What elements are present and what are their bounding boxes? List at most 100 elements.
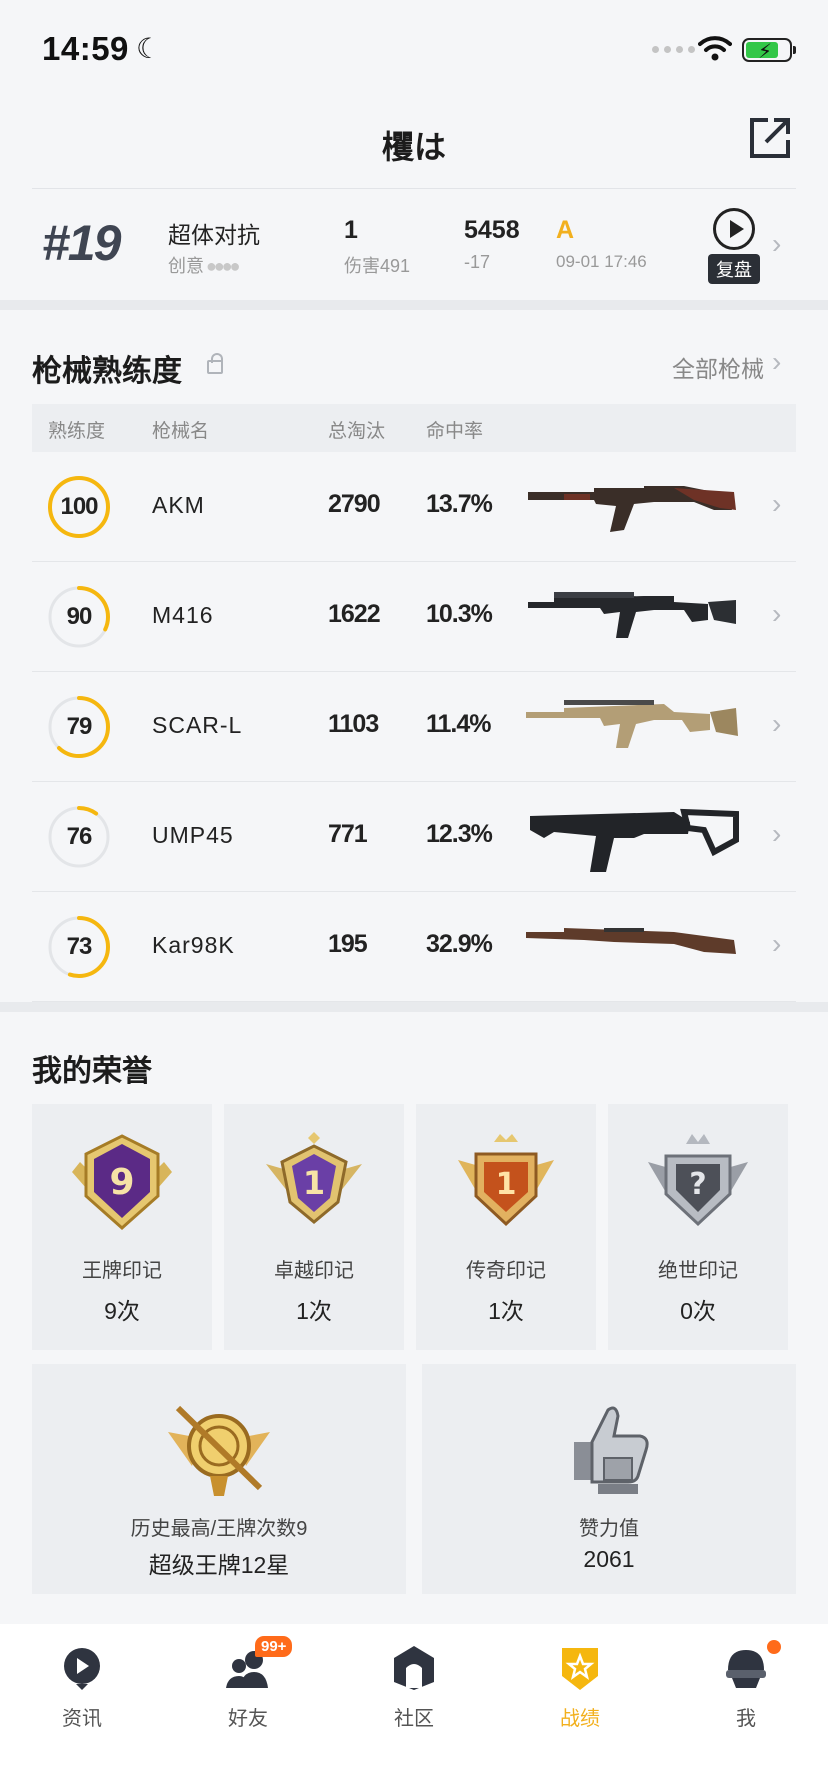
match-damage: 伤害491 (344, 256, 411, 276)
match-mode: 超体对抗 (168, 222, 260, 248)
weapon-row-scar-l[interactable]: 79 SCAR-L 1103 11.4% › (32, 672, 796, 782)
weapon-accuracy: 13.7% (426, 490, 493, 518)
weapon-accuracy: 32.9% (426, 930, 493, 958)
nav-item-news[interactable]: 资讯 (27, 1644, 137, 1744)
chevron-right-icon[interactable]: › (772, 346, 781, 378)
ace-badge-number: 9 (109, 1162, 134, 1203)
mastery-ring (48, 806, 110, 868)
super-ace-badge-icon (168, 1405, 270, 1496)
moon-icon: ☾ (136, 33, 162, 64)
profile-icon (726, 1650, 766, 1688)
honor-name: 王牌印记 (82, 1260, 162, 1282)
page-title: 欔は (381, 129, 446, 165)
honor-card-excellence[interactable]: 1 卓越印记 1次 (224, 1104, 404, 1350)
all-weapons-link[interactable]: 全部枪械 (672, 350, 764, 384)
weapon-row-m416[interactable]: 90 M416 1622 10.3% › (32, 562, 796, 672)
honor-card-legend[interactable]: 1 传奇印记 1次 (416, 1104, 596, 1350)
weapon-name: SCAR-L (152, 712, 243, 738)
honor-name: 绝世印记 (658, 1260, 738, 1282)
status-time: 14:59 (42, 30, 129, 67)
chevron-right-icon: › (772, 598, 782, 629)
bottom-nav: 资讯 99+ 好友 社区 战绩 我 (0, 1624, 828, 1792)
battery-charging-icon: ⚡ (742, 38, 796, 63)
community-icon (394, 1646, 434, 1690)
weapon-row-akm[interactable]: 100 AKM 2790 13.7% › (32, 452, 796, 562)
history-best-value: 超级王牌12星 (148, 1552, 290, 1578)
cellular-signal-icon (652, 46, 695, 53)
weapon-mastery-title: 枪械熟练度 (32, 355, 182, 388)
header-kills: 总淘汰 (328, 421, 386, 442)
chevron-right-icon: › (772, 708, 782, 739)
match-grade: A (556, 216, 575, 244)
mastery-ring (48, 476, 110, 538)
weapon-accuracy: 11.4% (426, 710, 492, 738)
peerless-badge-symbol: ? (689, 1167, 706, 1202)
akm-rifle-icon (528, 486, 736, 532)
nav-label-record: 战绩 (560, 1708, 600, 1730)
honor-card-ace[interactable]: 9 王牌印记 9次 (32, 1104, 212, 1350)
honor-count: 9次 (104, 1298, 140, 1324)
likes-value: 2061 (583, 1546, 635, 1572)
kar98k-sniper-icon (526, 928, 736, 954)
friends-count-badge: 99+ (255, 1636, 293, 1657)
nav-item-profile[interactable]: 我 (691, 1640, 801, 1744)
nav-label-community: 社区 (394, 1708, 434, 1730)
nav-item-record[interactable]: 战绩 (525, 1644, 635, 1744)
nav-label-news: 资讯 (62, 1708, 102, 1730)
share-icon[interactable] (748, 116, 792, 160)
mastery-ring (48, 586, 110, 648)
section-divider (0, 1002, 828, 1012)
match-rank: #19 (42, 215, 121, 271)
honor-count: 1次 (488, 1298, 524, 1324)
news-icon (64, 1648, 100, 1690)
nav-label-friends: 好友 (228, 1708, 268, 1730)
honors-title: 我的荣誉 (32, 1055, 152, 1088)
scarl-rifle-icon (526, 700, 738, 748)
weapon-name: Kar98K (152, 932, 235, 958)
wifi-icon (698, 36, 732, 61)
legend-mark-badge-icon: 1 (458, 1134, 554, 1227)
match-submode: 创意 ●●●● (168, 252, 240, 278)
chevron-right-icon: › (772, 818, 782, 849)
nav-item-friends[interactable]: 99+ 好友 (193, 1636, 303, 1744)
weapon-kills: 771 (328, 820, 368, 848)
chevron-right-icon: › (772, 228, 782, 259)
nav-item-community[interactable]: 社区 (359, 1644, 469, 1744)
recent-match-row[interactable]: #19 超体对抗 创意 ●●●● 1 伤害491 5458 -17 A 09-0… (0, 190, 828, 300)
history-best-label: 历史最高/王牌次数9 (130, 1518, 308, 1540)
weapon-kills: 1103 (328, 710, 379, 738)
honor-count: 1次 (296, 1298, 332, 1324)
weapon-name: UMP45 (152, 822, 234, 848)
thumbs-up-trophy-icon (574, 1406, 649, 1494)
peerless-mark-badge-icon: ? (648, 1134, 748, 1227)
m416-rifle-icon (528, 592, 736, 638)
honor-name: 卓越印记 (274, 1260, 354, 1282)
honor-name: 传奇印记 (466, 1260, 546, 1282)
header-accuracy: 命中率 (426, 421, 484, 442)
replay-button[interactable]: 复盘 (708, 208, 760, 284)
lock-icon (207, 353, 223, 374)
ump45-smg-icon (530, 808, 739, 872)
match-kills: 1 (344, 216, 358, 244)
legend-badge-number: 1 (496, 1167, 517, 1202)
play-icon (713, 208, 755, 250)
header-weapon-name: 枪械名 (152, 421, 210, 442)
mastery-ring (48, 916, 110, 978)
match-score: 5458 (464, 216, 520, 244)
weapon-accuracy: 10.3% (426, 600, 493, 628)
weapon-row-kar98k[interactable]: 73 Kar98K 195 32.9% › (32, 892, 796, 1002)
page-header: 欔は (0, 100, 828, 190)
weapon-row-ump45[interactable]: 76 UMP45 771 12.3% › (32, 782, 796, 892)
match-submode-label: 创意 (168, 256, 204, 276)
weapon-kills: 2790 (328, 490, 381, 518)
history-best-card[interactable]: 历史最高/王牌次数9 超级王牌12星 (32, 1364, 406, 1594)
weapon-table-header: 熟练度 枪械名 总淘汰 命中率 (32, 404, 796, 452)
weapon-name: AKM (152, 492, 205, 518)
likes-card[interactable]: 赞力值 2061 (422, 1364, 796, 1594)
weapon-kills: 195 (328, 930, 368, 958)
ace-mark-badge-icon: 9 (72, 1134, 172, 1231)
nav-label-profile: 我 (736, 1708, 756, 1730)
honor-card-peerless[interactable]: ? 绝世印记 0次 (608, 1104, 788, 1350)
weapon-kills: 1622 (328, 600, 381, 628)
replay-label: 复盘 (708, 254, 760, 284)
